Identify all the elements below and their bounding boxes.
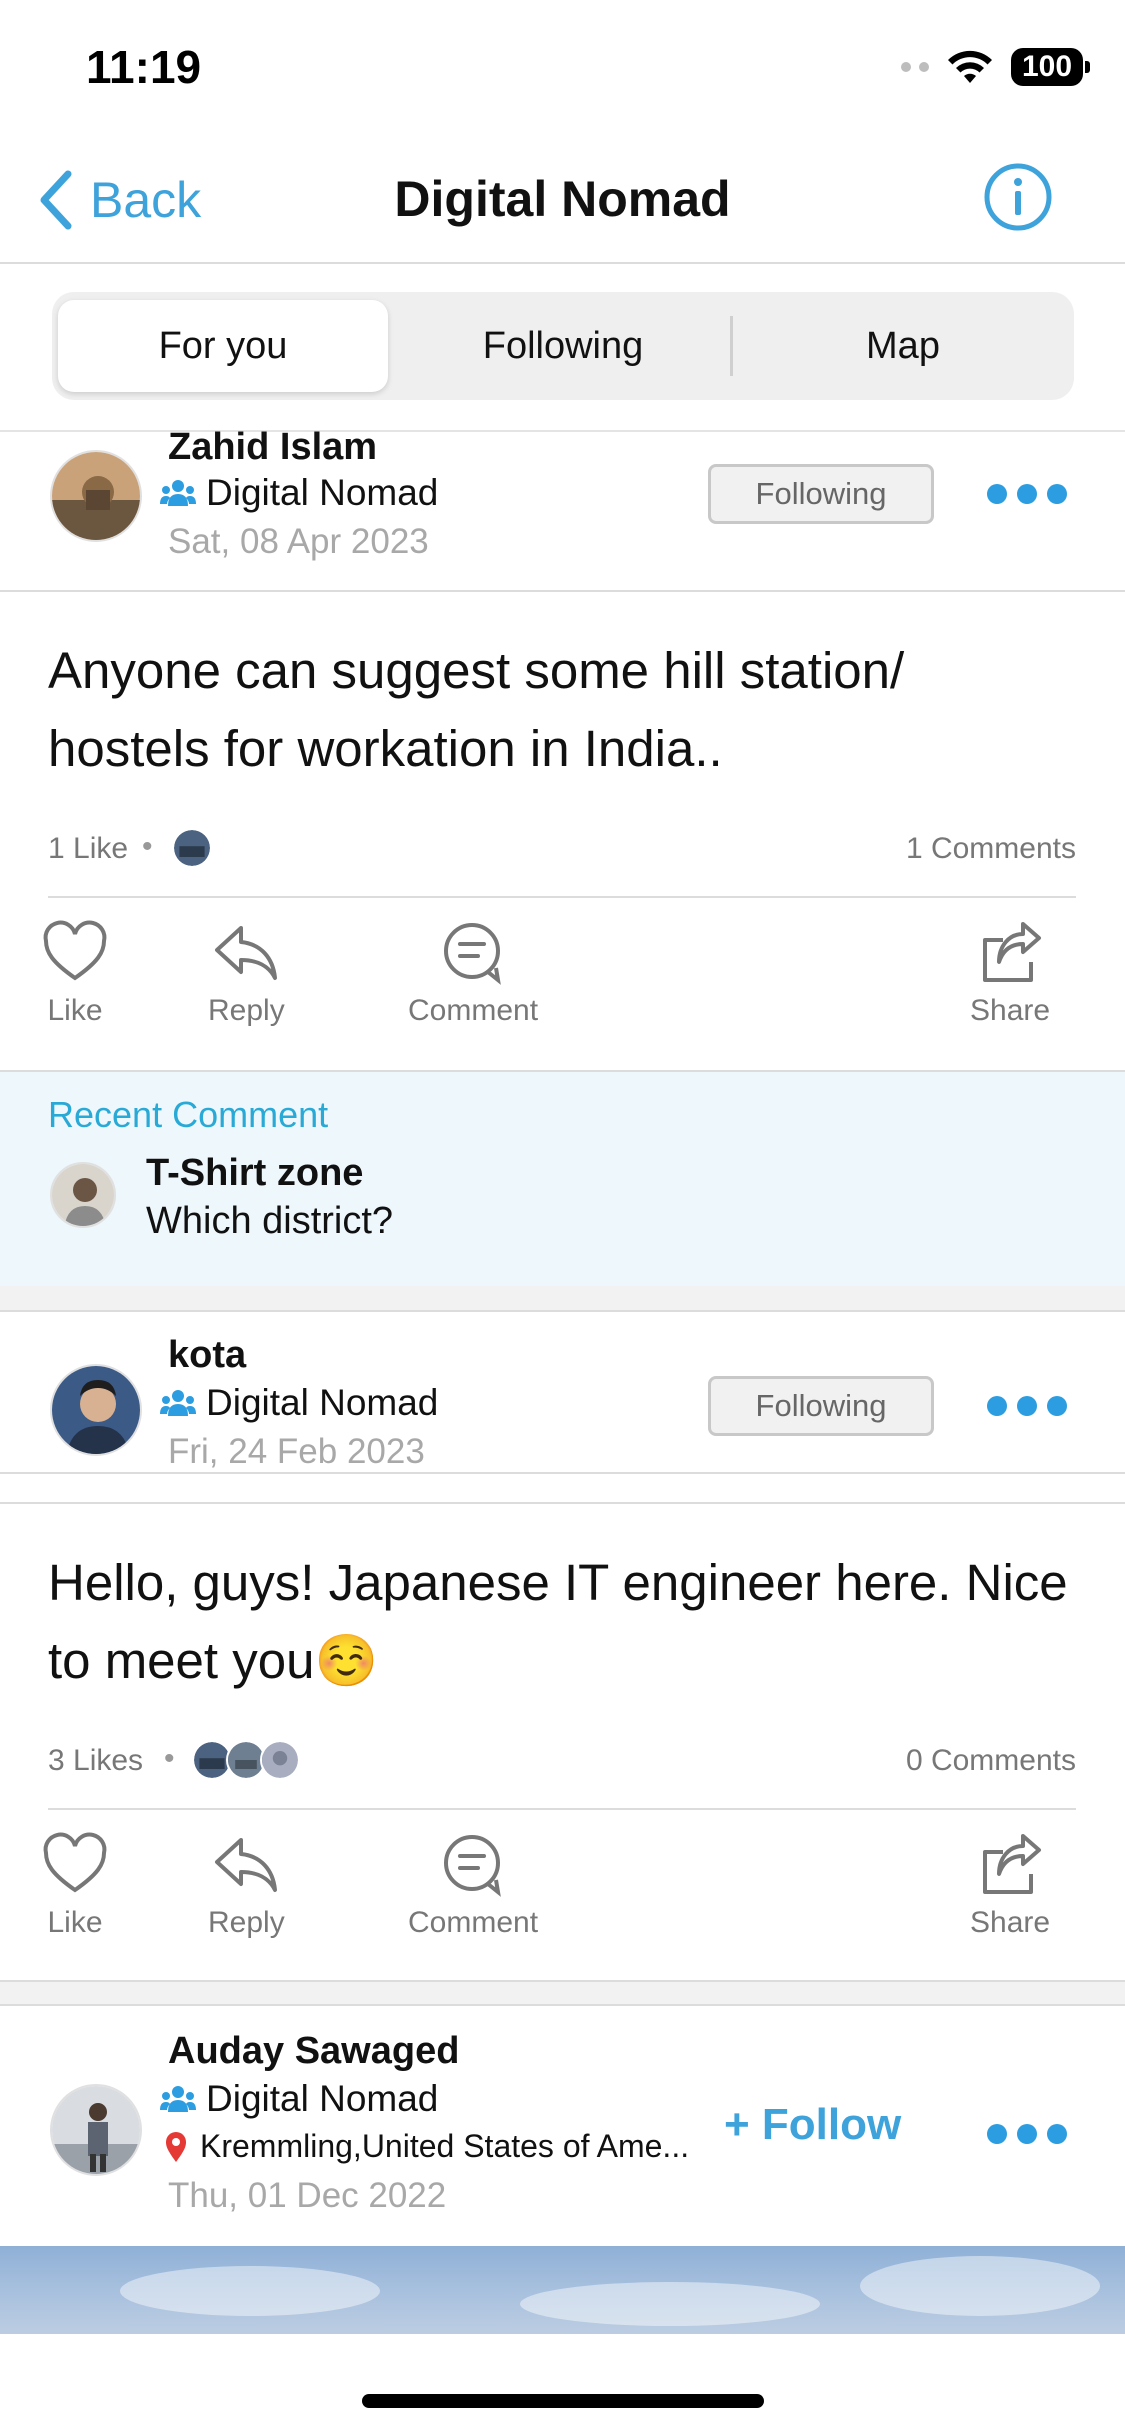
reply-button[interactable]: Reply [208,1830,285,1940]
avatar[interactable] [50,2084,142,2176]
author-name[interactable]: Zahid Islam [168,426,377,469]
comment-button[interactable]: Comment [408,1830,538,1940]
group-name: Digital Nomad [206,472,439,513]
share-button[interactable]: Share [970,918,1050,1028]
post-separator [0,1286,1125,1312]
wifi-icon [948,50,992,83]
post-date: Sat, 08 Apr 2023 [168,522,429,561]
comment-label: Comment [408,1906,539,1939]
tab-divider [730,316,733,376]
share-label: Share [970,1906,1051,1939]
liker-avatar [260,1740,300,1780]
group-name: Digital Nomad [206,2078,439,2119]
info-icon[interactable] [983,162,1053,232]
group-icon [160,2086,196,2112]
comments-count[interactable]: 1 Comments [906,832,1076,866]
separator-dot: • [164,1742,175,1775]
status-time: 11:19 [86,41,202,93]
post-image[interactable] [0,2246,1125,2334]
status-bar: 11:19 100 [0,0,1125,140]
tab-following[interactable]: Following [398,300,728,392]
reply-button[interactable]: Reply [208,918,285,1028]
recent-comment-title: Recent Comment [48,1094,329,1135]
reply-label: Reply [208,1906,285,1939]
share-icon [983,1834,1042,1894]
comment-icon [444,1835,501,1897]
post-stats: 1 Like • 1 Comments [48,818,1076,878]
location-text: Kremmling,United States of Ame... [200,2128,690,2164]
likes-count[interactable]: 1 Like [48,832,128,866]
following-button[interactable]: Following [708,1376,934,1436]
commenter-name: T-Shirt zone [146,1152,364,1194]
post-separator [0,1980,1125,2006]
author-name[interactable]: Auday Sawaged [168,2030,459,2073]
comment-button[interactable]: Comment [408,918,538,1028]
share-label: Share [970,994,1051,1027]
like-label: Like [47,1906,103,1939]
recent-comment[interactable]: Recent Comment T-Shirt zone Which distri… [0,1070,1125,1286]
status-icons: 100 [901,48,1090,86]
following-button[interactable]: Following [708,464,934,524]
post-text: Anyone can suggest some hill station/ ho… [48,642,905,777]
share-button[interactable]: Share [970,1830,1050,1940]
reply-label: Reply [208,994,285,1027]
reply-icon [215,926,278,980]
likes-count[interactable]: 3 Likes [48,1744,143,1778]
battery-icon: 100 [1011,48,1090,86]
more-options-icon[interactable] [987,484,1067,504]
page-title: Digital Nomad [394,171,731,227]
more-options-icon[interactable] [987,1396,1067,1416]
reply-icon [215,1838,278,1892]
follow-button[interactable]: + Follow [724,2100,901,2150]
avatar[interactable] [50,1364,142,1456]
group-name: Digital Nomad [206,1382,439,1423]
comment-icon [444,923,501,985]
heart-icon [43,920,107,981]
divider [48,896,1076,898]
share-icon [983,922,1042,982]
like-button[interactable]: Like [40,1830,110,1940]
post-header: Zahid Islam Digital Nomad Sat, 08 Apr 20… [0,426,1125,592]
post-header: kota Digital Nomad Fri, 24 Feb 2023 Foll… [0,1314,1125,1474]
post-header: Auday Sawaged Digital Nomad Kremmling,Un… [0,2008,1125,2246]
group-label[interactable]: Digital Nomad [160,2078,438,2120]
comment-text: Which district? [146,1200,394,1242]
tab-map[interactable]: Map [738,300,1068,392]
tab-for-you[interactable]: For you [58,300,388,392]
like-button[interactable]: Like [40,918,110,1028]
group-label[interactable]: Digital Nomad [160,1382,438,1424]
group-label[interactable]: Digital Nomad [160,472,438,514]
commenter-avatar [50,1162,116,1228]
post-date: Fri, 24 Feb 2023 [168,1432,425,1471]
cellular-signal-icon [901,62,929,72]
separator-dot: • [142,830,153,863]
home-indicator[interactable] [362,2394,764,2408]
heart-icon [43,1832,107,1893]
more-options-icon[interactable] [987,2124,1067,2144]
group-icon [160,1390,196,1416]
avatar[interactable] [50,450,142,542]
post-date: Thu, 01 Dec 2022 [168,2176,447,2215]
post-stats: 3 Likes • 0 Comments [48,1730,1076,1790]
author-name[interactable]: kota [168,1334,246,1377]
liker-avatar [172,828,212,868]
location-pin-icon [166,2131,186,2162]
group-icon [160,480,196,506]
navigation-bar: Back Digital Nomad [0,140,1125,264]
divider [48,1808,1076,1810]
divider [0,1502,1125,1504]
post-text: Hello, guys! Japanese IT engineer here. … [48,1554,1068,1689]
like-label: Like [47,994,103,1027]
location-label: Kremmling,United States of Ame... [164,2128,689,2165]
feed-tabs: For you Following Map [52,292,1074,400]
comment-label: Comment [408,994,539,1027]
comments-count[interactable]: 0 Comments [906,1744,1076,1778]
